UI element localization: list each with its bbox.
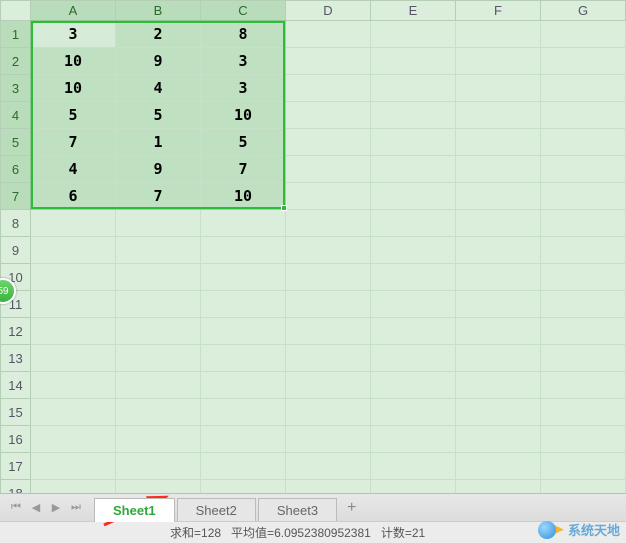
cell-C6[interactable]: 7 (201, 156, 286, 183)
tab-sheet2[interactable]: Sheet2 (177, 498, 256, 522)
tab-sheet3[interactable]: Sheet3 (258, 498, 337, 522)
cell-D7[interactable] (286, 183, 371, 210)
cell-A1[interactable]: 3 (31, 21, 116, 48)
row-header-8[interactable]: 8 (1, 210, 31, 237)
cell-G4[interactable] (541, 102, 626, 129)
cell-E7[interactable] (371, 183, 456, 210)
cell-D3[interactable] (286, 75, 371, 102)
row-header-18[interactable]: 18 (1, 480, 31, 494)
cell-B6[interactable]: 9 (116, 156, 201, 183)
nav-prev-icon[interactable]: ◀ (28, 500, 44, 516)
cell-F1[interactable] (456, 21, 541, 48)
row-header-1[interactable]: 1 (1, 21, 31, 48)
add-sheet-button[interactable]: + (337, 495, 366, 521)
cell-B7[interactable]: 7 (116, 183, 201, 210)
watermark-text: 系统天地 (568, 520, 620, 539)
nav-next-icon[interactable]: ▶ (48, 500, 64, 516)
cell-C1[interactable]: 8 (201, 21, 286, 48)
watermark: ➤ 系统天地 (538, 520, 620, 539)
status-bar: 求和=128 平均值=6.0952380952381 计数=21 (0, 521, 626, 543)
cell-B1[interactable]: 2 (116, 21, 201, 48)
cell-F6[interactable] (456, 156, 541, 183)
cell-E6[interactable] (371, 156, 456, 183)
status-sum: 求和=128 (170, 524, 221, 541)
sheet-tabbar: ⏮ ◀ ▶ ⏭ Sheet1 Sheet2 Sheet3 + (0, 493, 626, 521)
row-header-3[interactable]: 3 (1, 75, 31, 102)
cell-B5[interactable]: 1 (116, 129, 201, 156)
cell-G5[interactable] (541, 129, 626, 156)
select-all-corner[interactable] (1, 1, 31, 21)
row-header-7[interactable]: 7 (1, 183, 31, 210)
cell-F4[interactable] (456, 102, 541, 129)
cell-B3[interactable]: 4 (116, 75, 201, 102)
row-header-9[interactable]: 9 (1, 237, 31, 264)
cell-G6[interactable] (541, 156, 626, 183)
cell-D1[interactable] (286, 21, 371, 48)
col-header-E[interactable]: E (371, 1, 456, 21)
cell-A7[interactable]: 6 (31, 183, 116, 210)
col-header-A[interactable]: A (31, 1, 116, 21)
cell-A5[interactable]: 7 (31, 129, 116, 156)
col-header-F[interactable]: F (456, 1, 541, 21)
col-header-G[interactable]: G (541, 1, 626, 21)
status-avg: 平均值=6.0952380952381 (231, 524, 371, 541)
cell-D2[interactable] (286, 48, 371, 75)
cell-E5[interactable] (371, 129, 456, 156)
col-header-C[interactable]: C (201, 1, 286, 21)
cell-E2[interactable] (371, 48, 456, 75)
globe-icon (538, 521, 556, 539)
cell-A6[interactable]: 4 (31, 156, 116, 183)
row-header-15[interactable]: 15 (1, 399, 31, 426)
cell-C4[interactable]: 10 (201, 102, 286, 129)
nav-last-icon[interactable]: ⏭ (68, 500, 84, 516)
cell-A2[interactable]: 10 (31, 48, 116, 75)
tab-sheet1[interactable]: Sheet1 (94, 498, 175, 522)
cell-G1[interactable] (541, 21, 626, 48)
cell-E1[interactable] (371, 21, 456, 48)
row-header-17[interactable]: 17 (1, 453, 31, 480)
row-header-12[interactable]: 12 (1, 318, 31, 345)
cell-F2[interactable] (456, 48, 541, 75)
spreadsheet-grid[interactable]: A B C D E F G 1 3 2 8 2 10 9 3 (0, 0, 626, 493)
cell-G7[interactable] (541, 183, 626, 210)
cell-F5[interactable] (456, 129, 541, 156)
cell-A4[interactable]: 5 (31, 102, 116, 129)
cell-D5[interactable] (286, 129, 371, 156)
cell-F3[interactable] (456, 75, 541, 102)
row-header-13[interactable]: 13 (1, 345, 31, 372)
cell-C7[interactable]: 10 (201, 183, 286, 210)
cell-C3[interactable]: 3 (201, 75, 286, 102)
row-header-4[interactable]: 4 (1, 102, 31, 129)
row-header-5[interactable]: 5 (1, 129, 31, 156)
col-header-D[interactable]: D (286, 1, 371, 21)
cell-E4[interactable] (371, 102, 456, 129)
cell-D4[interactable] (286, 102, 371, 129)
row-header-2[interactable]: 2 (1, 48, 31, 75)
cell-C5[interactable]: 5 (201, 129, 286, 156)
row-header-16[interactable]: 16 (1, 426, 31, 453)
row-header-6[interactable]: 6 (1, 156, 31, 183)
cell-G3[interactable] (541, 75, 626, 102)
col-header-B[interactable]: B (116, 1, 201, 21)
cell-F7[interactable] (456, 183, 541, 210)
row-header-14[interactable]: 14 (1, 372, 31, 399)
cell-C2[interactable]: 3 (201, 48, 286, 75)
cell-A3[interactable]: 10 (31, 75, 116, 102)
cell-G2[interactable] (541, 48, 626, 75)
cell-E3[interactable] (371, 75, 456, 102)
cell-D6[interactable] (286, 156, 371, 183)
cell-B4[interactable]: 5 (116, 102, 201, 129)
cell-B2[interactable]: 9 (116, 48, 201, 75)
nav-first-icon[interactable]: ⏮ (8, 500, 24, 516)
status-count: 计数=21 (381, 524, 425, 541)
